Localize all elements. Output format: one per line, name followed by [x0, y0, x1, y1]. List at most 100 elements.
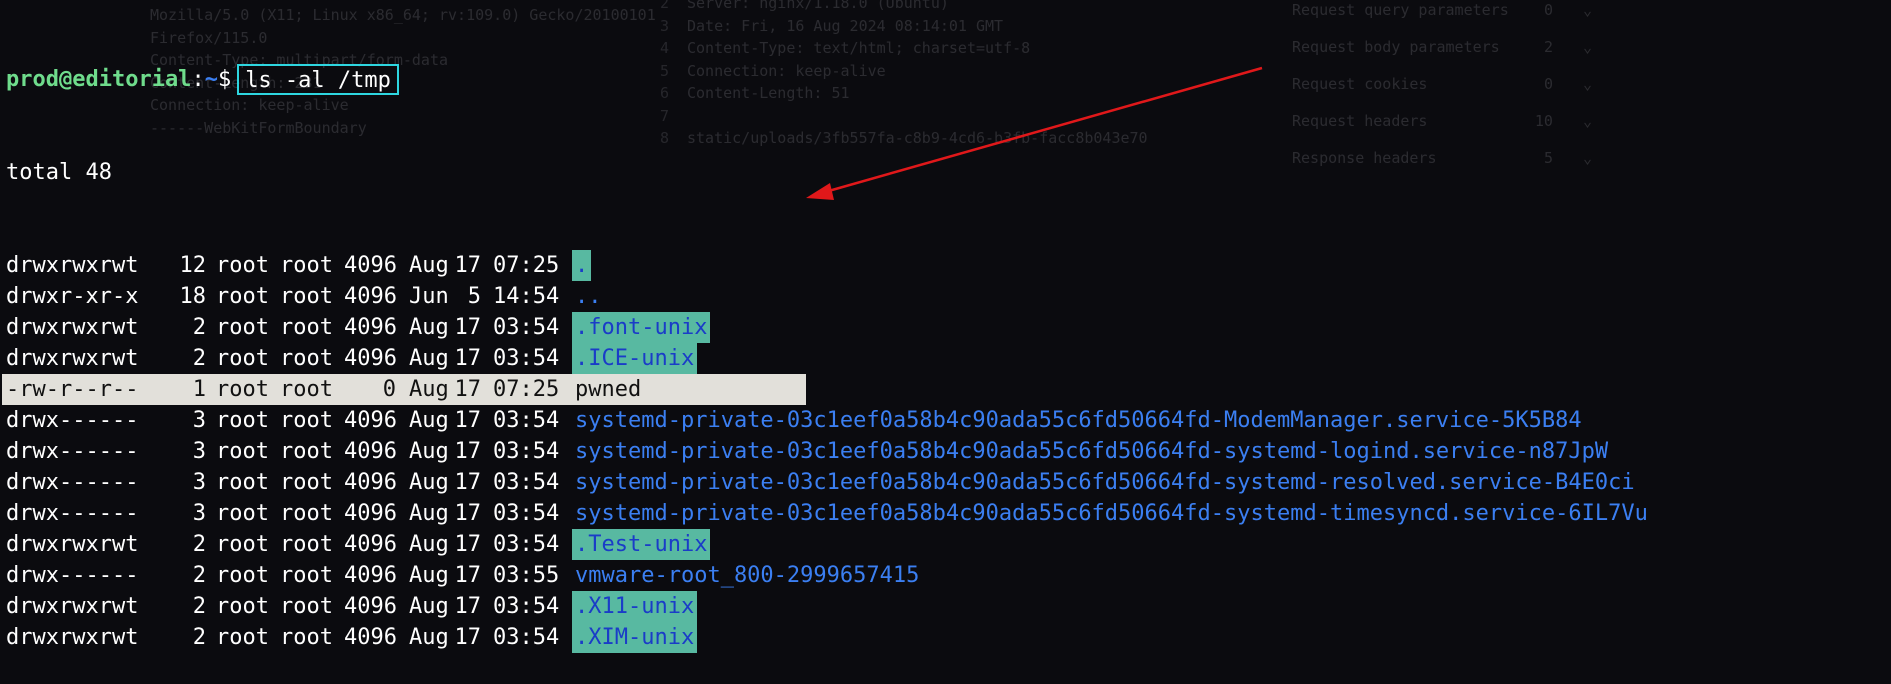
- entry-size: 4096: [344, 501, 397, 526]
- entry-group: root: [280, 346, 333, 371]
- entry-day: 17: [454, 346, 482, 371]
- entry-permissions: drwxrwxrwt: [6, 532, 139, 557]
- entry-group: root: [280, 284, 333, 309]
- entry-size: 4096: [344, 532, 397, 557]
- entry-permissions: -rw-r--r--: [6, 377, 139, 402]
- entry-group: root: [280, 408, 333, 433]
- entry-time: 03:54: [493, 315, 560, 340]
- entry-link-count: 3: [192, 439, 206, 464]
- entry-link-count: 2: [192, 532, 206, 557]
- entry-month: Jun: [409, 284, 449, 309]
- entry-group: root: [280, 315, 333, 340]
- entry-size: 4096: [344, 408, 397, 433]
- listing-row: drwxrwxrwt 2 root root 4096 Aug 17 03:54 .XIM-un…: [6, 622, 1891, 653]
- entry-size: 4096: [344, 563, 397, 588]
- entry-size: 4096: [344, 594, 397, 619]
- listing-row: drwx------ 3 root root 4096 Aug 17 03:54 systemd…: [6, 405, 1891, 436]
- entry-permissions: drwxrwxrwt: [6, 315, 139, 340]
- entry-owner: root: [216, 625, 269, 650]
- entry-permissions: drwx------: [6, 501, 139, 526]
- entry-group: root: [280, 563, 333, 588]
- entry-day: 17: [454, 253, 482, 278]
- entry-owner: root: [216, 563, 269, 588]
- entry-time: 03:54: [493, 439, 560, 464]
- entry-link-count: 18: [179, 284, 207, 309]
- total-text: total 48: [6, 160, 112, 185]
- entry-link-count: 3: [192, 408, 206, 433]
- entry-name: pwned: [575, 377, 642, 402]
- listing-row: drwxrwxrwt 2 root root 4096 Aug 17 03:54 .Test-u…: [6, 529, 1891, 560]
- entry-size: 4096: [344, 346, 397, 371]
- entry-month: Aug: [409, 563, 449, 588]
- entry-day: 17: [454, 532, 482, 557]
- entry-month: Aug: [409, 408, 449, 433]
- listing-row: drwx------ 3 root root 4096 Aug 17 03:54 systemd…: [6, 436, 1891, 467]
- entry-name: .: [572, 250, 592, 281]
- entry-day: 17: [454, 501, 482, 526]
- entry-owner: root: [216, 377, 269, 402]
- entry-month: Aug: [409, 253, 449, 278]
- entry-time: 03:54: [493, 501, 560, 526]
- entry-time: 03:55: [493, 563, 560, 588]
- entry-month: Aug: [409, 315, 449, 340]
- entry-permissions: drwx------: [6, 408, 139, 433]
- entry-group: root: [280, 501, 333, 526]
- entry-name: systemd-private-03c1eef0a58b4c90ada55c6f…: [575, 439, 1609, 464]
- terminal[interactable]: prod@editorial: ~ $ ls -al /tmp total 48 dr…: [2, 2, 1891, 653]
- entry-link-count: 2: [192, 346, 206, 371]
- entry-day: 17: [454, 439, 482, 464]
- entry-group: root: [280, 625, 333, 650]
- entry-month: Aug: [409, 439, 449, 464]
- listing-row: drwxrwxrwt 12 root root 4096 Aug 17 07:25.: [6, 250, 1891, 281]
- prompt-dollar: $: [217, 67, 232, 92]
- entry-day: 17: [454, 377, 482, 402]
- entry-day: 5: [467, 284, 481, 309]
- entry-month: Aug: [409, 501, 449, 526]
- entry-day: 17: [454, 315, 482, 340]
- listing-row: drwxrwxrwt 2 root root 4096 Aug 17 03:54 .ICE-un…: [6, 343, 1891, 374]
- entry-name: .X11-unix: [572, 591, 698, 622]
- entry-group: root: [280, 594, 333, 619]
- entry-name: .font-unix: [572, 312, 711, 343]
- entry-day: 17: [454, 563, 482, 588]
- entry-day: 17: [454, 408, 482, 433]
- entry-month: Aug: [409, 532, 449, 557]
- entry-month: Aug: [409, 346, 449, 371]
- entry-owner: root: [216, 408, 269, 433]
- entry-day: 17: [454, 625, 482, 650]
- entry-owner: root: [216, 346, 269, 371]
- entry-name: systemd-private-03c1eef0a58b4c90ada55c6f…: [575, 501, 1648, 526]
- entry-permissions: drwx------: [6, 563, 139, 588]
- entry-permissions: drwxrwxrwt: [6, 594, 139, 619]
- command-input[interactable]: ls -al /tmp: [237, 64, 399, 95]
- entry-time: 07:25: [493, 253, 560, 278]
- entry-owner: root: [216, 284, 269, 309]
- entry-link-count: 2: [192, 594, 206, 619]
- listing-row: drwxrwxrwt 2 root root 4096 Aug 17 03:54 .X11-un…: [6, 591, 1891, 622]
- entry-group: root: [280, 253, 333, 278]
- entry-permissions: drwxrwxrwt: [6, 625, 139, 650]
- entry-link-count: 2: [192, 625, 206, 650]
- entry-owner: root: [216, 594, 269, 619]
- prompt-user: prod@editorial: [6, 67, 192, 92]
- prompt-path: ~: [204, 67, 218, 92]
- entry-name: vmware-root_800-2999657415: [575, 563, 920, 588]
- entry-name: .ICE-unix: [572, 343, 698, 374]
- entry-size: 0: [382, 377, 396, 402]
- entry-time: 07:25: [493, 377, 560, 402]
- entry-owner: root: [216, 439, 269, 464]
- entry-link-count: 1: [192, 377, 206, 402]
- prompt-separator: :: [191, 67, 205, 92]
- listing-row: drwxr-xr-x 18 root root 4096 Jun 5 14:54..: [6, 281, 1891, 312]
- entry-size: 4096: [344, 253, 397, 278]
- entry-group: root: [280, 377, 333, 402]
- entry-month: Aug: [409, 594, 449, 619]
- highlighted-listing-row: -rw-r--r-- 1 root root 0 Aug 17 07:25 pwned: [2, 374, 806, 405]
- entry-permissions: drwxr-xr-x: [6, 284, 139, 309]
- entry-time: 03:54: [493, 594, 560, 619]
- entry-permissions: drwxrwxrwt: [6, 346, 139, 371]
- entry-name: systemd-private-03c1eef0a58b4c90ada55c6f…: [575, 408, 1582, 433]
- entry-month: Aug: [409, 377, 449, 402]
- entry-size: 4096: [344, 315, 397, 340]
- entry-time: 03:54: [493, 625, 560, 650]
